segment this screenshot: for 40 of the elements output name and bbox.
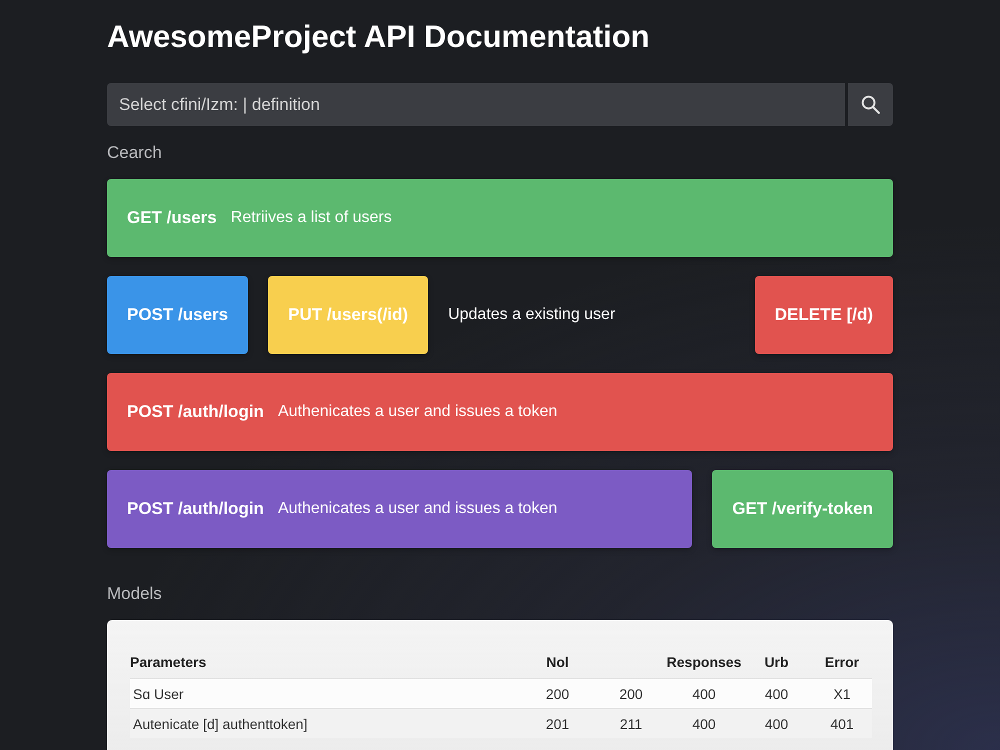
endpoint-path: GET /users <box>127 208 217 228</box>
table-cell-text: Sɑ User <box>132 686 184 702</box>
table-cell: 200 <box>619 686 643 702</box>
table-cell-text: Autenicate [d] authenttoken] <box>132 716 308 732</box>
endpoint-path: DELETE [/d) <box>774 305 873 325</box>
endpoint-path: POST /auth/login <box>127 499 264 519</box>
endpoint-card[interactable]: DELETE [/d) <box>754 276 893 354</box>
endpoint-card[interactable]: GET /users Retriives a list of users <box>107 179 893 257</box>
table-cell: 200 <box>546 686 570 702</box>
endpoint-description: Updates a existing user <box>448 306 616 324</box>
endpoint-path: GET /verify-token <box>732 499 873 519</box>
page-title: AwesomeProject API Documentation <box>107 18 650 56</box>
endpoint-path: PUT /users(/id) <box>288 305 408 325</box>
column-header: Error <box>824 654 860 670</box>
search-icon <box>861 95 880 114</box>
endpoint-description: Retriives a list of users <box>230 209 392 227</box>
column-header: Urb <box>764 654 789 670</box>
endpoint-card[interactable]: POST /users <box>107 276 248 354</box>
column-header: Responses <box>666 654 742 670</box>
search-field[interactable]: Select cfini/Izm: | definition <box>107 83 845 126</box>
table-cell: 400 <box>764 686 788 702</box>
endpoint-path: POST /auth/login <box>127 402 264 422</box>
table-cell: 400 <box>692 716 716 732</box>
endpoint-description: Authenicates a user and issues a token <box>278 403 558 421</box>
endpoint-description: Authenicates a user and issues a token <box>278 500 558 518</box>
column-header: Parameters <box>130 654 206 670</box>
endpoint-card[interactable]: POST /auth/login Authenicates a user and issues a token <box>107 373 893 451</box>
table-cell: 211 <box>620 716 642 732</box>
table-cell: 401 <box>830 716 854 732</box>
table-cell: 400 <box>692 686 716 702</box>
table-cell: 400 <box>764 716 788 732</box>
table-cell: 201 <box>546 716 570 732</box>
endpoint-card[interactable]: POST /auth/login Authenicates a user and issues a token <box>107 470 692 548</box>
column-header: Nol <box>546 654 569 670</box>
section-label: Cearch <box>107 143 162 162</box>
endpoint-card[interactable]: GET /verify-token <box>712 470 893 548</box>
table-cell: X1 <box>833 686 851 702</box>
endpoint-path: POST /users <box>127 305 228 325</box>
search-button[interactable] <box>848 83 893 126</box>
section-heading: Models <box>107 584 162 603</box>
